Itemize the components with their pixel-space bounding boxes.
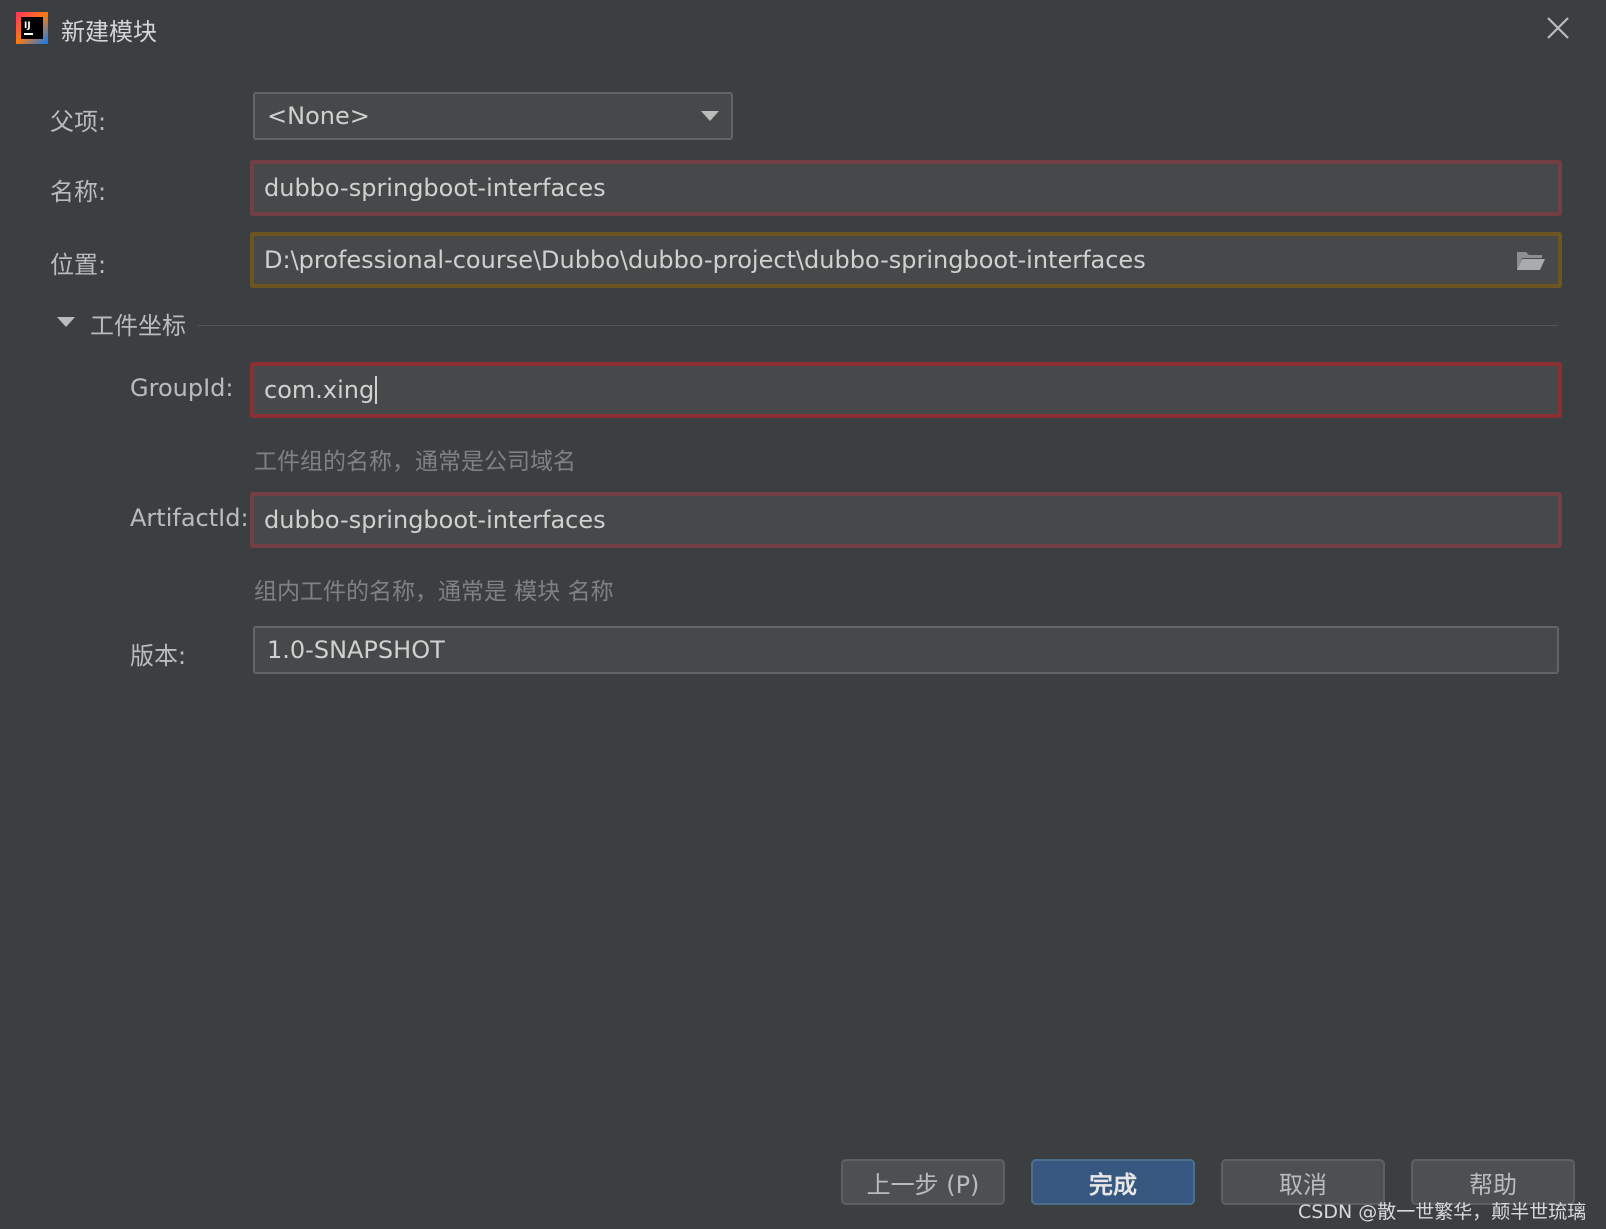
name-field-value: dubbo-springboot-interfaces [264,174,606,202]
intellij-idea-icon: IJ [16,12,48,44]
title-bar: IJ 新建模块 [0,0,1606,58]
groupid-field-value: com.xing [264,376,375,404]
window-title: 新建模块 [61,18,157,46]
section-title-artifact-coordinates: 工件坐标 [90,312,186,340]
version-field[interactable]: 1.0-SNAPSHOT [253,626,1559,674]
groupid-hint: 工件组的名称，通常是公司域名 [254,449,576,475]
watermark: CSDN @散一世繁华，颠半世琉璃 [1298,1201,1587,1223]
triangle-down-icon[interactable] [54,312,78,332]
version-label: 版本: [130,642,187,670]
artifactid-field-value: dubbo-springboot-interfaces [264,506,606,534]
name-label: 名称: [50,178,107,206]
artifactid-field[interactable]: dubbo-springboot-interfaces [250,492,1562,548]
svg-text:IJ: IJ [24,21,31,31]
groupid-label: GroupId: [130,374,234,402]
name-field[interactable]: dubbo-springboot-interfaces [250,160,1562,216]
previous-button[interactable]: 上一步 (P) [841,1159,1005,1205]
artifactid-hint: 组内工件的名称，通常是 模块 名称 [254,579,614,605]
groupid-field[interactable]: com.xing [250,362,1562,418]
artifactid-label: ArtifactId: [130,504,249,532]
location-field[interactable]: D:\professional-course\Dubbo\dubbo-proje… [250,232,1562,288]
version-field-value: 1.0-SNAPSHOT [267,636,445,664]
text-caret [375,376,378,404]
chevron-down-icon [701,111,719,121]
parent-label: 父项: [50,108,107,136]
parent-select[interactable]: <None> [253,92,733,140]
close-icon[interactable] [1540,10,1576,46]
location-label: 位置: [50,251,107,279]
parent-select-value: <None> [267,102,370,130]
finish-button[interactable]: 完成 [1031,1159,1195,1205]
section-divider [198,325,1558,326]
folder-icon[interactable] [1516,248,1546,272]
location-field-value: D:\professional-course\Dubbo\dubbo-proje… [264,246,1146,274]
